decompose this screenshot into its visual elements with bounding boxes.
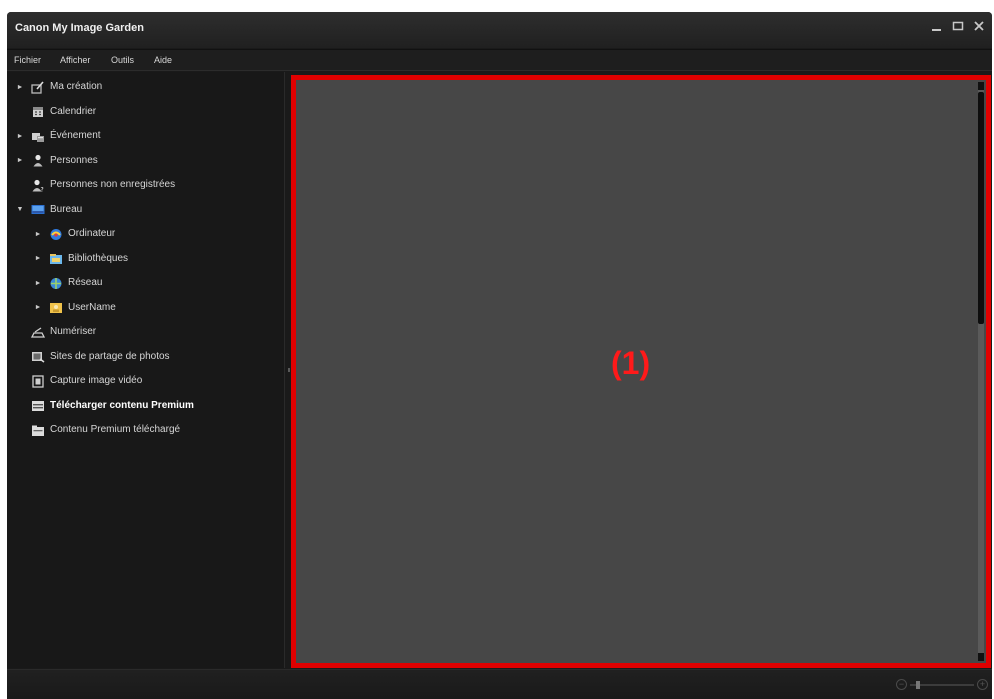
zoom-slider[interactable]: − + <box>896 679 988 691</box>
tree-item-people[interactable]: ► Personnes <box>15 150 98 172</box>
tree-item-label: Bibliothèques <box>68 252 129 264</box>
download-premium-icon <box>31 399 45 412</box>
tree-item-my-art[interactable]: ► Ma création <box>15 76 102 98</box>
menu-afficher[interactable]: Afficher <box>60 55 90 65</box>
status-bar: − + <box>7 669 992 699</box>
expand-right-icon[interactable]: ► <box>15 133 25 140</box>
scan-icon <box>31 326 45 339</box>
tree-item-label: UserName <box>68 301 116 313</box>
libraries-icon <box>49 252 63 265</box>
tree-item-label: Contenu Premium téléchargé <box>50 424 181 435</box>
expand-right-icon[interactable]: ► <box>33 231 43 238</box>
tree-item-photo-sharing[interactable]: ►Sites de partage de photos <box>15 346 170 368</box>
my-art-icon <box>31 80 45 94</box>
expand-right-icon[interactable]: ► <box>15 157 25 164</box>
vertical-scrollbar[interactable] <box>978 84 984 659</box>
user-folder-icon <box>49 301 63 314</box>
svg-text:?: ? <box>41 186 44 192</box>
tree-item-libraries[interactable]: ► Bibliothèques <box>33 248 128 270</box>
scroll-down-arrow-icon[interactable] <box>978 653 984 661</box>
video-capture-icon <box>31 374 45 388</box>
app-title: Canon My Image Garden <box>15 22 144 34</box>
tree-item-user-folder[interactable]: ► UserName <box>33 297 116 319</box>
event-icon <box>31 130 45 143</box>
expand-right-icon[interactable]: ► <box>33 280 43 287</box>
global-menu-tree: ►Ma création►Calendrier►Événement►Person… <box>7 72 285 668</box>
tree-item-label: Numériser <box>50 326 97 337</box>
tree-item-label: Réseau <box>68 277 103 288</box>
expand-right-icon[interactable]: ► <box>33 255 43 262</box>
tree-item-download-premium[interactable]: ►Télécharger contenu Premium <box>15 395 194 417</box>
close-icon[interactable] <box>972 20 986 34</box>
expand-right-icon[interactable]: ► <box>15 84 25 91</box>
tree-item-unregistered-people[interactable]: ►?Personnes non enregistrées <box>15 174 175 196</box>
photo-sharing-icon <box>31 350 45 363</box>
tree-item-label: Bureau <box>50 203 83 215</box>
tree-item-computer[interactable]: ► Ordinateur <box>33 223 115 245</box>
tree-item-label: Calendrier <box>50 105 97 117</box>
tree-item-label: Ordinateur <box>68 228 116 239</box>
tree-item-label: Ma création <box>50 81 103 92</box>
tree-item-label: Télécharger contenu Premium <box>50 399 194 411</box>
tree-item-scan[interactable]: ►Numériser <box>15 321 96 343</box>
menu-bar: Fichier Afficher Outils Aide <box>7 49 992 71</box>
zoom-in-icon[interactable]: + <box>977 679 988 690</box>
area-marker-label: (1) <box>611 345 651 381</box>
expand-right-icon[interactable]: ► <box>33 304 43 311</box>
tree-item-label: Capture image vidéo <box>50 375 143 386</box>
maximize-icon[interactable] <box>951 20 965 34</box>
tree-item-desktop[interactable]: ▼ Bureau <box>15 199 83 221</box>
tree-item-event[interactable]: ► Événement <box>15 125 101 147</box>
tree-item-downloaded-premium[interactable]: ►Contenu Premium téléchargé <box>15 419 180 441</box>
window-controls <box>930 20 986 34</box>
expand-down-icon[interactable]: ▼ <box>15 206 25 213</box>
people-icon <box>31 154 45 167</box>
minimize-icon[interactable] <box>930 20 944 34</box>
app-window: Canon My Image Garden Fichier Afficher O… <box>7 12 992 699</box>
tree-item-label: Événement <box>50 130 101 141</box>
computer-icon <box>49 228 63 241</box>
tree-item-label: Personnes non enregistrées <box>50 179 176 190</box>
menu-fichier[interactable]: Fichier <box>14 55 41 65</box>
scroll-up-arrow-icon[interactable] <box>978 82 984 90</box>
menu-outils[interactable]: Outils <box>111 55 134 65</box>
menu-aide[interactable]: Aide <box>154 55 172 65</box>
splitter-grip <box>288 368 290 372</box>
zoom-track[interactable] <box>910 681 974 689</box>
tree-item-label: Sites de partage de photos <box>50 350 170 362</box>
desktop-icon <box>31 203 45 216</box>
tree-item-label: Personnes <box>50 154 98 166</box>
zoom-out-icon[interactable]: − <box>896 679 907 690</box>
scrollbar-thumb[interactable] <box>978 92 984 324</box>
title-bar: Canon My Image Garden <box>7 12 992 48</box>
zoom-thumb[interactable] <box>916 681 920 689</box>
tree-item-video-capture[interactable]: ►Capture image vidéo <box>15 370 142 392</box>
tree-item-network[interactable]: ► Réseau <box>33 272 102 294</box>
network-icon <box>49 277 63 290</box>
calendar-icon <box>31 105 45 118</box>
tree-item-calendar[interactable]: ►Calendrier <box>15 101 96 123</box>
unregistered-people-icon: ? <box>31 179 45 192</box>
downloaded-premium-icon <box>31 424 45 437</box>
content-area: (1) <box>291 75 991 668</box>
